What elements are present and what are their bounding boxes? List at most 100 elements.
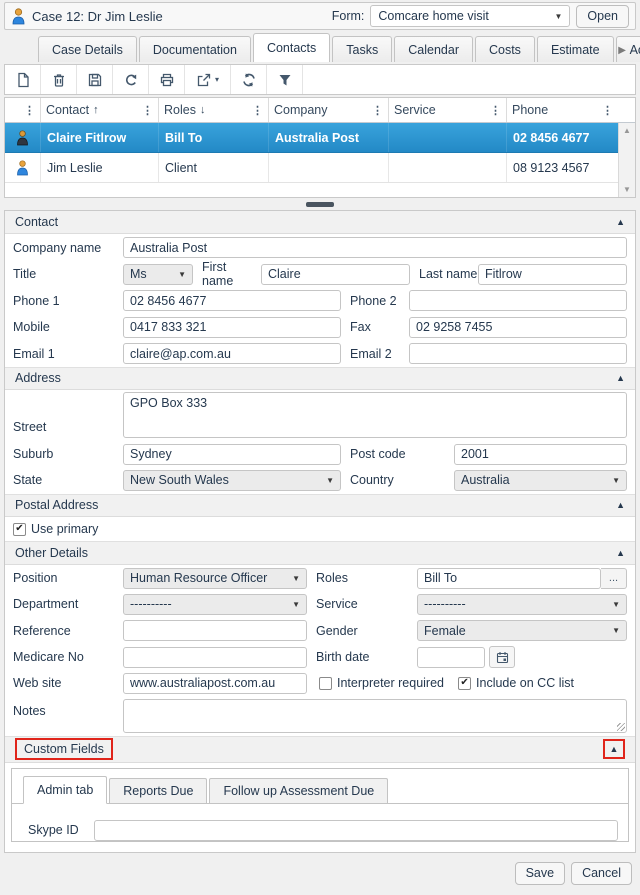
tab-scroll-right-icon[interactable]: ▶ (618, 45, 626, 56)
section-header-contact[interactable]: Contact ▲ (5, 211, 635, 234)
grid-header-contact[interactable]: Contact ↑ ⋮ (41, 98, 159, 122)
contact-person-icon (16, 130, 29, 146)
section-header-postal-address[interactable]: Postal Address ▲ (5, 494, 635, 517)
splitter-handle[interactable] (4, 198, 636, 210)
skype-id-field[interactable] (94, 820, 618, 841)
section-header-other-details[interactable]: Other Details ▲ (5, 541, 635, 564)
website-field[interactable] (123, 673, 307, 694)
roles-lookup-button[interactable]: ... (601, 568, 627, 589)
filter-button[interactable] (267, 65, 303, 94)
export-button[interactable]: ▾ (185, 65, 231, 94)
reference-field[interactable] (123, 620, 307, 641)
department-select[interactable]: ---------- ▼ (123, 594, 307, 615)
medicare-field[interactable] (123, 647, 307, 668)
column-menu-icon[interactable]: ⋮ (372, 104, 383, 117)
collapse-icon[interactable]: ▲ (610, 744, 619, 754)
fax-field[interactable] (409, 317, 627, 338)
cancel-button[interactable]: Cancel (571, 862, 632, 885)
resize-grip-icon[interactable] (617, 723, 625, 731)
country-select-value: Australia (461, 473, 608, 487)
section-header-custom-fields[interactable]: Custom Fields ▲ (5, 736, 635, 763)
collapse-icon[interactable]: ▲ (616, 548, 625, 558)
collapse-icon[interactable]: ▲ (616, 217, 625, 227)
birthdate-field[interactable] (417, 647, 485, 668)
undo-button[interactable] (113, 65, 149, 94)
tab-costs[interactable]: Costs (475, 36, 535, 62)
roles-field[interactable] (417, 568, 601, 589)
last-name-label: Last name (410, 267, 478, 281)
tab-tasks[interactable]: Tasks (332, 36, 392, 62)
column-menu-icon[interactable]: ⋮ (142, 104, 153, 117)
interpreter-checkbox-group[interactable]: Interpreter required (319, 676, 444, 690)
email1-field[interactable] (123, 343, 341, 364)
section-header-address[interactable]: Address ▲ (5, 367, 635, 390)
grid-header-service[interactable]: Service ⋮ (389, 98, 507, 122)
new-button[interactable] (5, 65, 41, 94)
scroll-down-icon[interactable]: ▼ (623, 185, 631, 194)
table-row[interactable]: Claire Fitlrow Bill To Australia Post 02… (5, 123, 618, 153)
last-name-field[interactable] (478, 264, 627, 285)
collapse-icon[interactable]: ▲ (616, 500, 625, 510)
save-button[interactable]: Save (515, 862, 566, 885)
grid-header-icon-col[interactable]: ⋮ (5, 98, 41, 122)
phone2-field[interactable] (409, 290, 627, 311)
form-select-value: Comcare home visit (378, 9, 550, 23)
gender-select[interactable]: Female ▼ (417, 620, 627, 641)
grid-vertical-scrollbar[interactable]: ▲ ▼ (618, 123, 635, 197)
delete-button[interactable] (41, 65, 77, 94)
table-row[interactable]: Jim Leslie Client 08 9123 4567 (5, 153, 618, 183)
chevron-down-icon: ▼ (612, 600, 620, 609)
interpreter-checkbox[interactable] (319, 677, 332, 690)
calendar-button[interactable] (489, 646, 515, 668)
position-select[interactable]: Human Resource Officer ▼ (123, 568, 307, 589)
column-menu-icon[interactable]: ⋮ (490, 104, 501, 117)
tab-estimate[interactable]: Estimate (537, 36, 614, 62)
open-button[interactable]: Open (576, 5, 629, 28)
new-document-icon (15, 72, 31, 88)
use-primary-checkbox[interactable] (13, 523, 26, 536)
tab-reports-due[interactable]: Reports Due (109, 778, 207, 803)
collapse-icon[interactable]: ▲ (616, 373, 625, 383)
tab-case-details[interactable]: Case Details (38, 36, 137, 62)
suburb-field[interactable] (123, 444, 341, 465)
print-button[interactable] (149, 65, 185, 94)
state-select[interactable]: New South Wales ▼ (123, 470, 341, 491)
save-icon (87, 72, 103, 88)
save-button[interactable] (77, 65, 113, 94)
grid-header-roles[interactable]: Roles ↓ ⋮ (159, 98, 269, 122)
company-name-field[interactable] (123, 237, 627, 258)
postcode-field[interactable] (454, 444, 627, 465)
use-primary-checkbox-group[interactable]: Use primary (13, 522, 98, 536)
cc-list-checkbox[interactable] (458, 677, 471, 690)
email2-field[interactable] (409, 343, 627, 364)
tab-documentation[interactable]: Documentation (139, 36, 251, 62)
notes-field[interactable] (123, 699, 627, 733)
title-select[interactable]: Ms ▼ (123, 264, 193, 285)
first-name-field[interactable] (261, 264, 410, 285)
phone1-field[interactable] (123, 290, 341, 311)
state-select-value: New South Wales (130, 473, 322, 487)
refresh-button[interactable] (231, 65, 267, 94)
mobile-field[interactable] (123, 317, 341, 338)
service-select[interactable]: ---------- ▼ (417, 594, 627, 615)
case-title: Case 12: Dr Jim Leslie (32, 9, 326, 24)
cc-list-checkbox-group[interactable]: Include on CC list (458, 676, 574, 690)
grid-header-phone[interactable]: Phone ⋮ (507, 98, 618, 122)
tab-contacts[interactable]: Contacts (253, 33, 330, 62)
tab-calendar[interactable]: Calendar (394, 36, 473, 62)
column-menu-icon[interactable]: ⋮ (252, 104, 263, 117)
section-title: Other Details (15, 546, 88, 560)
column-menu-icon[interactable]: ⋮ (602, 104, 613, 117)
street-field[interactable]: GPO Box 333 (123, 392, 627, 438)
form-select[interactable]: Comcare home visit ▼ (370, 5, 570, 27)
export-caret-icon[interactable]: ▾ (215, 75, 219, 84)
column-label: Service (394, 103, 436, 117)
sort-asc-icon: ↑ (93, 104, 99, 116)
grid-header-company[interactable]: Company ⋮ (269, 98, 389, 122)
scroll-up-icon[interactable]: ▲ (623, 126, 631, 135)
tab-admin[interactable]: Admin tab (23, 776, 107, 804)
column-menu-icon[interactable]: ⋮ (24, 104, 35, 117)
title-label: Title (13, 267, 123, 281)
country-select[interactable]: Australia ▼ (454, 470, 627, 491)
tab-follow-up-assessment-due[interactable]: Follow up Assessment Due (209, 778, 388, 803)
